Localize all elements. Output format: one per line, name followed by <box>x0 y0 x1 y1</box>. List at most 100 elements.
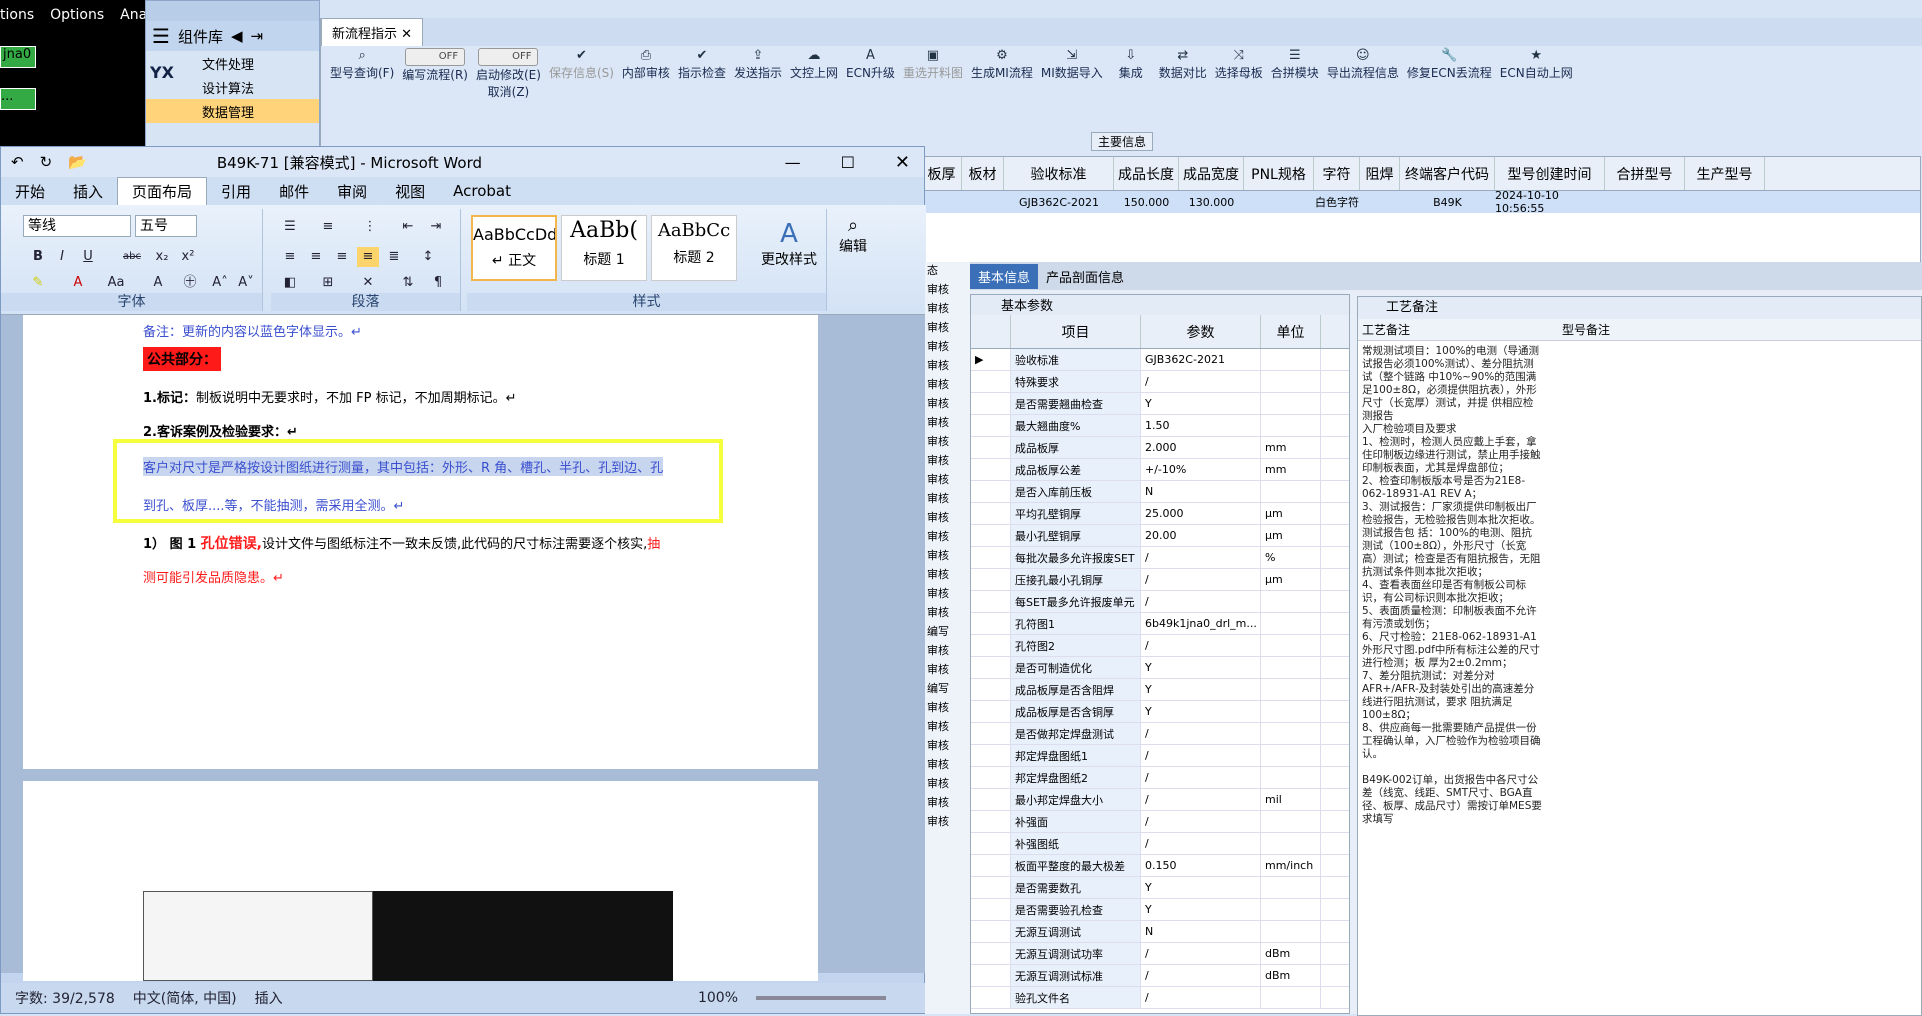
show-marks-icon[interactable]: ¶ <box>427 273 449 293</box>
number-list-icon[interactable]: ≡ <box>317 217 339 237</box>
table-row[interactable]: ▶ 验收标准 GJB362C-2021 <box>971 349 1349 371</box>
change-styles-button[interactable]: A 更改样式 <box>757 219 821 269</box>
decrease-indent-icon[interactable]: ⇤ <box>397 217 419 237</box>
toolbar-item-17[interactable]: 🔧 修复ECN丢流程 <box>1404 48 1495 148</box>
font-size-select[interactable]: 五号 <box>135 215 197 237</box>
table-row[interactable]: 孔符图1 6b49k1jna0_drl_m... <box>971 613 1349 635</box>
toolbar-item-9[interactable]: ▣ 重选开料图 <box>900 48 966 148</box>
craft-note-text[interactable]: 常规测试项目：100%的电测（导通测试报告必须100%测试）、差分阻抗测试（整个… <box>1362 345 1542 826</box>
close-icon[interactable]: ✕ <box>401 27 412 42</box>
tab-review[interactable]: 审阅 <box>323 178 381 205</box>
tab-view[interactable]: 视图 <box>381 178 439 205</box>
param-value[interactable]: / <box>1141 591 1261 612</box>
toolbar-item-0[interactable]: ⌕ 型号查询(F) <box>327 48 397 148</box>
chevron-left-icon[interactable]: ◀ <box>231 27 243 45</box>
maximize-icon[interactable]: ☐ <box>841 153 855 172</box>
zoom-slider[interactable] <box>756 996 886 1000</box>
align-left-icon[interactable]: ≡ <box>279 247 301 267</box>
grid-header-cell[interactable]: 验收标准 <box>1004 157 1114 190</box>
table-row[interactable]: 平均孔壁铜厚 25.000 μm <box>971 503 1349 525</box>
table-row[interactable]: 验孔文件名 / <box>971 987 1349 1009</box>
toolbar-item-3[interactable]: ✔ 保存信息(S) <box>546 48 617 148</box>
table-row[interactable]: 无源互调测试功率 / dBm <box>971 943 1349 965</box>
undo-icon[interactable]: ↶ <box>11 153 24 171</box>
style-heading2[interactable]: AaBbCc 标题 2 <box>651 215 737 281</box>
param-value[interactable]: +/-10% <box>1141 459 1261 480</box>
table-row[interactable]: 补强面 / <box>971 811 1349 833</box>
param-value[interactable]: / <box>1141 943 1261 964</box>
legacy-field-1[interactable]: jna0 <box>0 46 36 68</box>
grid-header-cell[interactable]: 终端客户代码 <box>1400 157 1495 190</box>
superscript-icon[interactable]: x² <box>177 247 199 267</box>
language-status[interactable]: 中文(简体, 中国) <box>133 988 237 1008</box>
justify-icon[interactable]: ≡ <box>357 247 379 267</box>
grid-header-cell[interactable]: 成品长度 <box>1114 157 1179 190</box>
table-row[interactable]: 成品板厚是否含铜厚 Y <box>971 701 1349 723</box>
open-icon[interactable]: 📂 <box>68 153 87 171</box>
table-row[interactable]: 无源互调测试标准 / dBm <box>971 965 1349 987</box>
asian-layout-icon[interactable]: ✕ <box>357 273 379 293</box>
toolbar-item-13[interactable]: ⇄ 数据对比 <box>1156 48 1210 148</box>
pin-icon[interactable]: ⇥ <box>251 27 264 45</box>
style-heading1[interactable]: AaBb( 标题 1 <box>561 215 647 281</box>
param-value[interactable]: Y <box>1141 899 1261 920</box>
distribute-icon[interactable]: ≣ <box>383 247 405 267</box>
tab-new-process[interactable]: 新流程指示 ✕ <box>321 18 424 46</box>
tab-references[interactable]: 引用 <box>207 178 265 205</box>
toolbar-item-1[interactable]: OFF 编写流程(R) <box>399 48 471 148</box>
toolbar-item-8[interactable]: A ECN升级 <box>843 48 898 148</box>
toolbar-item-18[interactable]: ★ ECN自动上网 <box>1497 48 1576 148</box>
table-row[interactable]: 是否可制造优化 Y <box>971 657 1349 679</box>
toggle-switch[interactable]: OFF <box>405 48 466 66</box>
toolbar-item-14[interactable]: ⤨ 选择母板 <box>1212 48 1266 148</box>
toolbar-sublabel[interactable]: 取消(Z) <box>488 83 530 100</box>
table-row[interactable]: 板面平整度的最大极差 0.150 mm/inch <box>971 855 1349 877</box>
grid-header-cell[interactable]: 板厚 <box>922 157 962 190</box>
minimize-icon[interactable]: — <box>785 153 801 172</box>
table-row[interactable]: 是否需要数孔 Y <box>971 877 1349 899</box>
table-row[interactable]: 补强图纸 / <box>971 833 1349 855</box>
toolbar-item-4[interactable]: ⎙ 内部审核 <box>619 48 673 148</box>
bold-icon[interactable]: B <box>27 247 49 267</box>
toolbar-item-2[interactable]: OFF 启动修改(E) 取消(Z) <box>473 48 544 148</box>
param-value[interactable]: / <box>1141 547 1261 568</box>
underline-icon[interactable]: U <box>77 247 99 267</box>
param-value[interactable]: / <box>1141 635 1261 656</box>
redo-icon[interactable]: ↻ <box>40 153 53 171</box>
table-row[interactable]: 最小孔壁铜厚 20.00 μm <box>971 525 1349 547</box>
table-row[interactable]: 无源互调测试 N <box>971 921 1349 943</box>
tab-acrobat[interactable]: Acrobat <box>439 179 525 203</box>
param-value[interactable]: / <box>1141 833 1261 854</box>
tab-section-info[interactable]: 产品剖面信息 <box>1038 264 1132 289</box>
param-value[interactable]: 25.000 <box>1141 503 1261 524</box>
toolbar-item-15[interactable]: ☰ 合拼模块 <box>1268 48 1322 148</box>
tab-home[interactable]: 开始 <box>1 178 59 205</box>
param-value[interactable]: 0.150 <box>1141 855 1261 876</box>
font-name-select[interactable]: 等线 <box>23 215 131 237</box>
table-row[interactable]: GJB362C-2021 150.000 130.000 白色字符 B49K 2024-1… <box>922 189 1920 215</box>
param-value[interactable]: Y <box>1141 701 1261 722</box>
multilevel-list-icon[interactable]: ⋮ <box>359 217 381 237</box>
toolbar-item-7[interactable]: ☁ 文控上网 <box>787 48 841 148</box>
table-row[interactable]: 成品板厚公差 +/-10% mm <box>971 459 1349 481</box>
align-right-icon[interactable]: ≡ <box>331 247 353 267</box>
toolbar-item-6[interactable]: ⇪ 发送指示 <box>731 48 785 148</box>
char-shading-icon[interactable]: A <box>147 273 169 293</box>
table-row[interactable]: 成品板厚 2.000 mm <box>971 437 1349 459</box>
word-count[interactable]: 字数: 39/2,578 <box>15 988 115 1008</box>
param-value[interactable]: N <box>1141 481 1261 502</box>
edit-button[interactable]: ⌕ 编辑 <box>833 215 873 256</box>
table-row[interactable]: 特殊要求 / <box>971 371 1349 393</box>
menu-icon[interactable]: ☰ <box>152 24 170 48</box>
table-row[interactable]: 每SET最多允许报废单元 / <box>971 591 1349 613</box>
strikethrough-icon[interactable]: abc <box>121 247 143 267</box>
param-value[interactable]: GJB362C-2021 <box>1141 349 1261 370</box>
table-row[interactable]: 是否做邦定焊盘测试 / <box>971 723 1349 745</box>
table-row[interactable]: 最小邦定焊盘大小 / mil <box>971 789 1349 811</box>
param-value[interactable]: 20.00 <box>1141 525 1261 546</box>
insert-mode[interactable]: 插入 <box>255 988 283 1008</box>
param-value[interactable]: / <box>1141 745 1261 766</box>
bullet-list-icon[interactable]: ☰ <box>279 217 301 237</box>
grid-header-cell[interactable]: 合拼型号 <box>1605 157 1685 190</box>
menu-item-tools[interactable]: tions <box>0 7 34 23</box>
